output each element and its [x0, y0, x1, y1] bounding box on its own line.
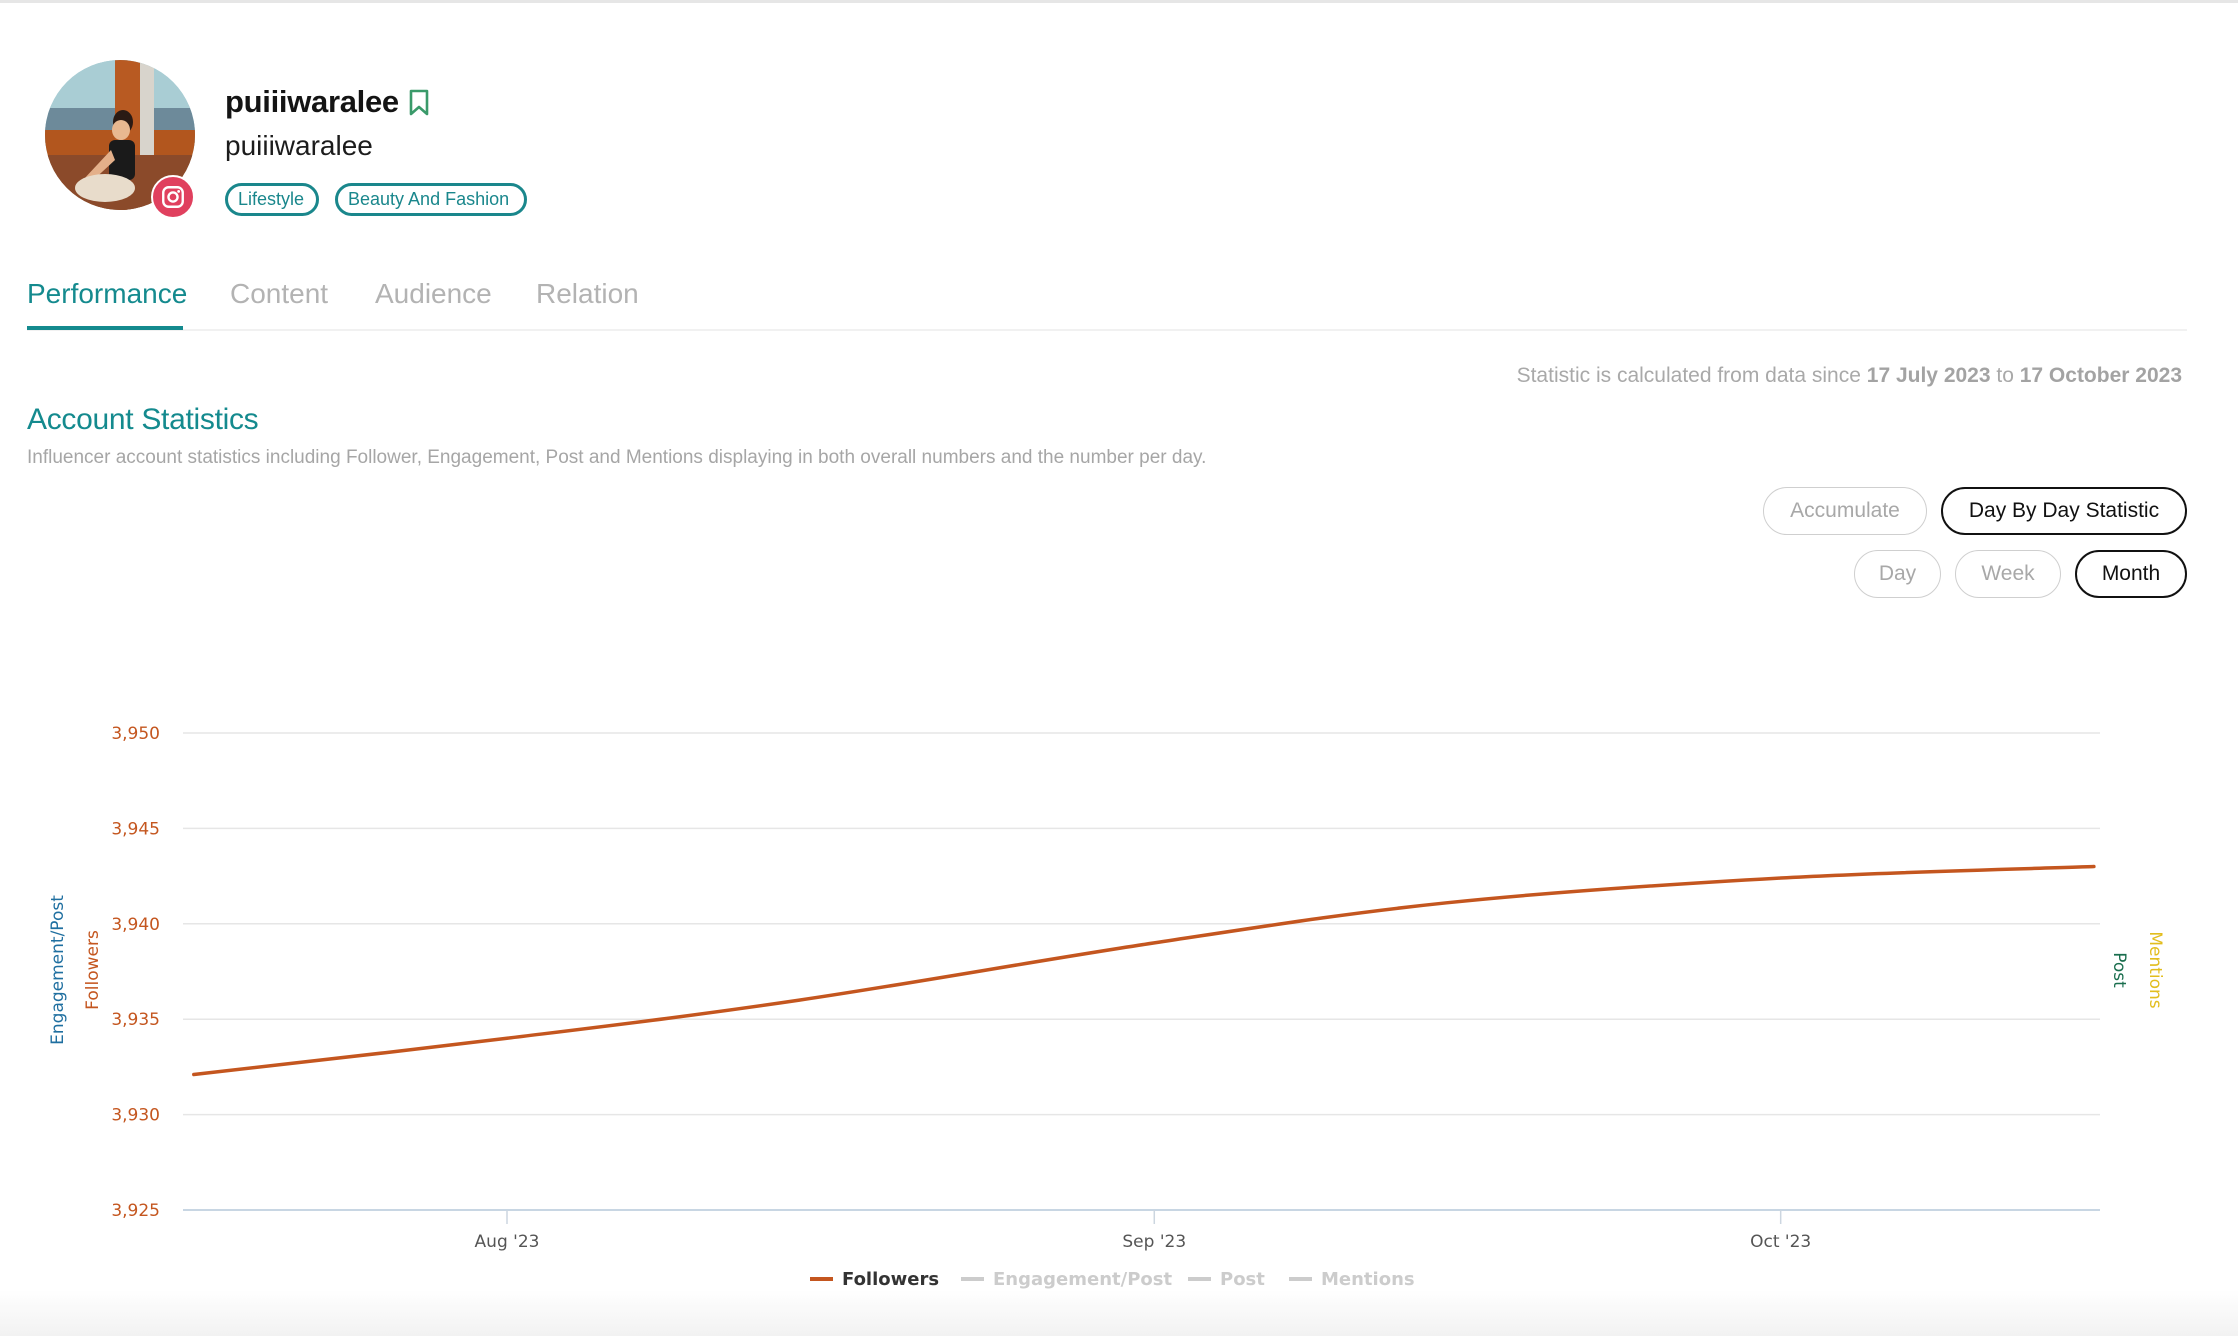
- y-axis-title-post: Post: [2109, 952, 2129, 988]
- profile-name: puiiiwaralee: [225, 84, 399, 119]
- period-week-button[interactable]: Week: [1955, 550, 2061, 598]
- bottom-fade: [0, 1290, 2238, 1336]
- legend-label: Post: [1220, 1269, 1265, 1290]
- legend-label: Engagement/Post: [993, 1269, 1172, 1290]
- day-by-day-statistic-button[interactable]: Day By Day Statistic: [1941, 487, 2187, 535]
- active-tab-indicator: [27, 326, 183, 330]
- section-description: Influencer account statistics including …: [27, 447, 1207, 468]
- range-end-date: 17 October 2023: [2019, 364, 2182, 387]
- bookmark-icon[interactable]: [408, 89, 430, 117]
- legend-item-mentions[interactable]: Mentions: [1289, 1269, 1415, 1290]
- instagram-icon: [162, 186, 184, 208]
- section-title: Account Statistics: [27, 403, 259, 436]
- y-tick-label: 3,945: [111, 819, 160, 839]
- statistic-date-range: Statistic is calculated from data since …: [1517, 364, 2182, 388]
- y-tick-label: 3,940: [111, 915, 160, 935]
- followers-series-line[interactable]: [192, 864, 2096, 1077]
- y-axis-title-engagement-post: Engagement/Post: [48, 895, 68, 1045]
- range-start-date: 17 July 2023: [1866, 364, 1991, 387]
- tab-content[interactable]: Content: [230, 276, 328, 312]
- legend-item-followers[interactable]: Followers: [810, 1269, 939, 1290]
- y-tick-label: 3,930: [111, 1106, 160, 1126]
- y-axis-title-followers: Followers: [83, 930, 103, 1010]
- accumulate-button[interactable]: Accumulate: [1763, 487, 1927, 535]
- period-day-button[interactable]: Day: [1854, 550, 1941, 598]
- range-joiner: to: [1996, 364, 2014, 387]
- range-prefix: Statistic is calculated from data since: [1516, 364, 1861, 387]
- category-tag: Lifestyle: [225, 183, 319, 216]
- tab-performance[interactable]: Performance: [27, 276, 187, 312]
- y-tick-label: 3,935: [111, 1010, 160, 1030]
- tab-relation[interactable]: Relation: [536, 276, 639, 312]
- category-tag: Beauty And Fashion: [335, 183, 527, 216]
- y-axis-title-mentions: Mentions: [2145, 931, 2165, 1008]
- instagram-badge: [151, 175, 195, 219]
- legend-item-engagement-post[interactable]: Engagement/Post: [961, 1269, 1172, 1290]
- legend-item-post[interactable]: Post: [1188, 1269, 1265, 1290]
- x-tick-label: Sep '23: [1122, 1232, 1186, 1252]
- y-tick-label: 3,950: [111, 724, 160, 744]
- x-tick-label: Aug '23: [475, 1232, 540, 1252]
- tab-audience[interactable]: Audience: [375, 276, 492, 312]
- top-border: [0, 0, 2238, 3]
- period-month-button[interactable]: Month: [2075, 550, 2187, 598]
- legend-label: Mentions: [1321, 1269, 1415, 1290]
- legend-label: Followers: [842, 1269, 939, 1290]
- account-statistics-chart: 3,925 3,930 3,935 3,940 3,945 3,950 Aug '23 Se…: [48, 724, 2165, 1290]
- y-tick-label: 3,925: [111, 1201, 160, 1221]
- profile-handle: puiiiwaralee: [225, 130, 373, 161]
- tab-divider: [27, 329, 2187, 331]
- x-tick-label: Oct '23: [1750, 1232, 1811, 1252]
